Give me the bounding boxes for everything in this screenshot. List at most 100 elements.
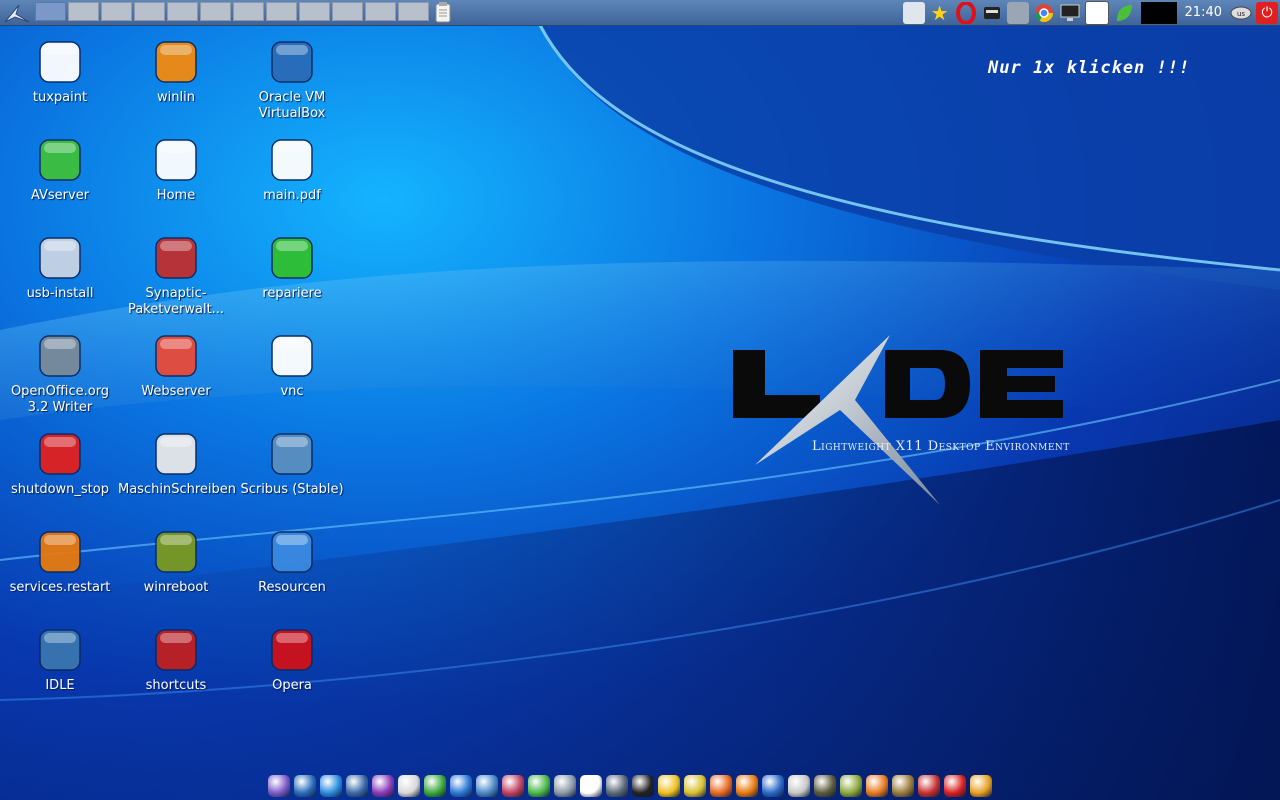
keyboard-icon[interactable] — [398, 775, 420, 797]
desktop-icon-resourcen[interactable]: Resourcen — [234, 526, 350, 596]
display-icon[interactable] — [1059, 2, 1081, 24]
clipboard-icon[interactable] — [434, 2, 452, 23]
resource-folder-icon — [271, 531, 313, 573]
chrome-icon[interactable] — [1033, 2, 1055, 24]
xfce-x-icon — [39, 531, 81, 573]
desktop-icon-openoffice-org-3-2-writer[interactable]: OpenOffice.org 3.2 Writer — [2, 330, 118, 416]
desktop-icon-vnc[interactable]: vnc — [234, 330, 350, 400]
pager-desktop-11[interactable] — [365, 2, 396, 21]
desktop-icon-label: winlin — [157, 90, 195, 105]
opera-icon[interactable] — [955, 1, 977, 24]
desktop-icon-winreboot[interactable]: winreboot — [118, 526, 234, 596]
main-menu-button[interactable] — [2, 1, 32, 24]
pager-desktop-1[interactable] — [35, 2, 66, 21]
desktop-icon-label: shortcuts — [145, 678, 207, 693]
desktop-icon-opera[interactable]: Opera — [234, 624, 350, 694]
shutdown-icon — [39, 433, 81, 475]
calculator-icon[interactable] — [606, 775, 628, 797]
tux-penguin-icon — [39, 41, 81, 83]
pager-desktop-5[interactable] — [167, 2, 198, 21]
svg-text:us: us — [1237, 10, 1245, 18]
lxde-logo: Lightweight X11 Desktop Environment — [733, 335, 1070, 505]
globe-icon[interactable] — [762, 775, 784, 797]
application-dock — [266, 772, 994, 800]
pager-desktop-9[interactable] — [299, 2, 330, 21]
desktop-icon-label: OpenOffice.org 3.2 Writer — [10, 384, 110, 415]
sphere-icon[interactable] — [476, 775, 498, 797]
pager-desktop-8[interactable] — [266, 2, 297, 21]
desktop-icon-webserver[interactable]: Webserver — [118, 330, 234, 400]
desktop-icon-label: vnc — [280, 384, 304, 399]
network-icon[interactable] — [346, 775, 368, 797]
browser-icon[interactable] — [268, 775, 290, 797]
mail-icon[interactable] — [502, 775, 524, 797]
clock[interactable]: 21:40 — [1185, 5, 1222, 20]
top-panel: ★ 21:40 us ⏻ — [0, 0, 1280, 26]
desktop-icon-shutdown-stop[interactable]: shutdown_stop — [2, 428, 118, 498]
inkscape-icon[interactable] — [632, 775, 654, 797]
lifebuoy-icon[interactable] — [918, 775, 940, 797]
system-monitor-icon[interactable] — [1140, 1, 1177, 24]
circuit-board-icon — [155, 531, 197, 573]
cloud-icon[interactable] — [1084, 0, 1109, 25]
desktop-icon-scribus-stable[interactable]: Scribus (Stable) — [234, 428, 350, 498]
desktop-icon-winlin[interactable]: winlin — [118, 36, 234, 106]
pager-desktop-6[interactable] — [200, 2, 231, 21]
virtualbox-icon[interactable] — [294, 775, 316, 797]
worm-icon — [155, 41, 197, 83]
desktop-message: Nur 1x klicken !!! — [988, 58, 1191, 78]
pager-desktop-10[interactable] — [332, 2, 363, 21]
network-icon[interactable] — [902, 1, 925, 24]
desktop-icon-label: shutdown_stop — [10, 482, 109, 497]
desktop-icon-services-restart[interactable]: services.restart — [2, 526, 118, 596]
bookmark-star-icon[interactable]: ★ — [929, 1, 951, 25]
removable-drive-icon[interactable] — [981, 2, 1003, 24]
inkscape-d-icon[interactable] — [840, 775, 862, 797]
pager-desktop-3[interactable] — [101, 2, 132, 21]
pager-desktop-2[interactable] — [68, 2, 99, 21]
leaf-icon[interactable] — [1113, 2, 1135, 24]
frog-icon[interactable] — [424, 775, 446, 797]
desktop-icon-avserver[interactable]: AVserver — [2, 134, 118, 204]
pager-desktop-7[interactable] — [233, 2, 264, 21]
nvu-icon[interactable] — [372, 775, 394, 797]
leaf-icon[interactable] — [528, 775, 550, 797]
smiley-icon[interactable] — [814, 775, 836, 797]
lxde-logo-subtitle: Lightweight X11 Desktop Environment — [812, 439, 1070, 454]
desktop-icon-label: MaschinSchreiben — [118, 482, 236, 497]
pager-desktop-12[interactable] — [398, 2, 429, 21]
desktop-icon-idle[interactable]: IDLE — [2, 624, 118, 694]
desktop-icon-label: repariere — [262, 286, 322, 301]
desktop-icon-tuxpaint[interactable]: tuxpaint — [2, 36, 118, 106]
file-cabinet-icon[interactable] — [1006, 1, 1029, 24]
file-cabinet-icon[interactable] — [554, 775, 576, 797]
blender-icon[interactable] — [736, 775, 758, 797]
cloud-icon[interactable] — [580, 775, 602, 797]
penguin-icon[interactable] — [658, 775, 680, 797]
package-icon[interactable] — [788, 775, 810, 797]
desktop-icon-usb-install[interactable]: usb-install — [2, 232, 118, 302]
desktop-icon-maschinschreiben[interactable]: MaschinSchreiben — [118, 428, 236, 498]
pager-desktop-4[interactable] — [134, 2, 165, 21]
stamp-icon[interactable] — [710, 775, 732, 797]
desktop-icon-shortcuts[interactable]: shortcuts — [118, 624, 234, 694]
drop-icon[interactable] — [866, 775, 888, 797]
desktop-icon-main-pdf[interactable]: main.pdf — [234, 134, 350, 204]
power-icon[interactable]: ⏻ — [1256, 1, 1278, 24]
desktop-icon-label: main.pdf — [263, 188, 321, 203]
desktop-icon-repariere[interactable]: repariere — [234, 232, 350, 302]
circuit-icon[interactable] — [892, 775, 914, 797]
gimp-icon[interactable] — [684, 775, 706, 797]
desktop-icon-home[interactable]: Home — [118, 134, 234, 204]
sun-hat-icon[interactable] — [970, 775, 992, 797]
opera-icon — [271, 629, 313, 671]
desktop-icon-synaptic-paketverwalt[interactable]: Synaptic-Paketverwalt... — [118, 232, 234, 318]
kde-icon[interactable] — [450, 775, 472, 797]
desktop-icon-label: Oracle VM VirtualBox — [258, 90, 326, 121]
acrobat-icon[interactable] — [944, 775, 966, 797]
teamviewer-icon[interactable] — [320, 775, 342, 797]
desktop-icon-label: winreboot — [143, 580, 209, 595]
desktop-icon-oracle-vm-virtualbox[interactable]: Oracle VM VirtualBox — [234, 36, 350, 122]
vnc-icon — [271, 335, 313, 377]
language-icon[interactable]: us — [1230, 2, 1252, 24]
